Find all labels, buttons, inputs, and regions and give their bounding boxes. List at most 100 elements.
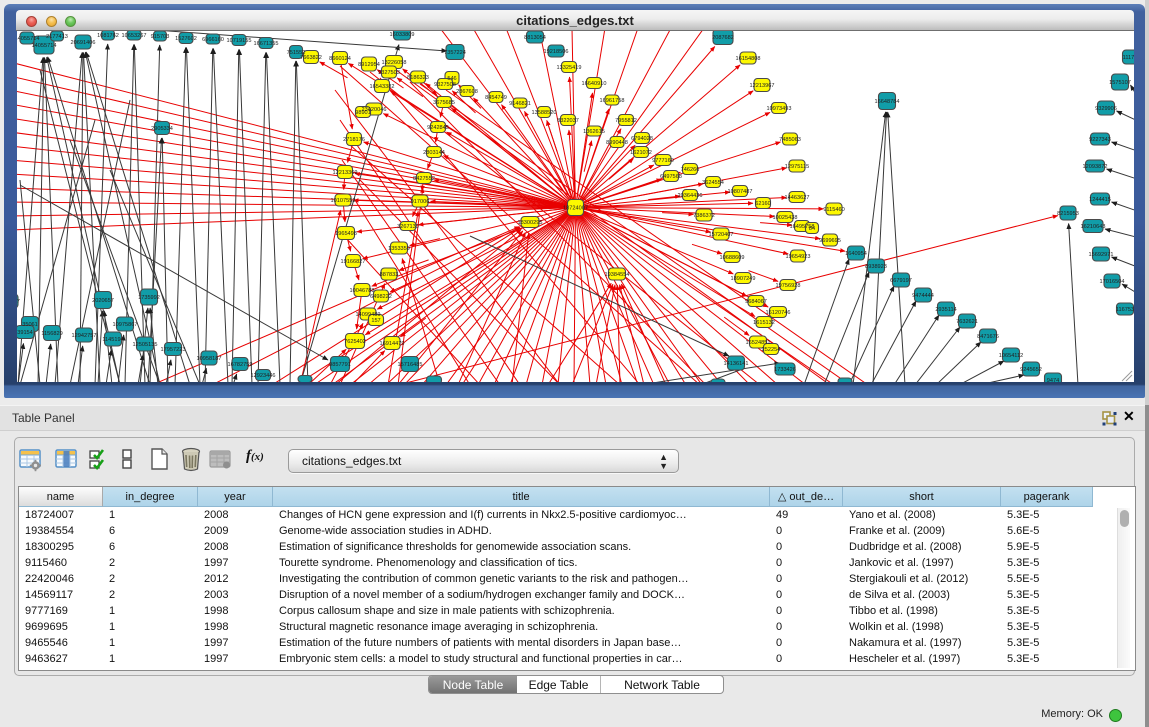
svg-text:35061: 35061: [22, 322, 38, 328]
svg-text:14136141: 14136141: [724, 361, 749, 367]
svg-text:16033809: 16033809: [390, 32, 415, 38]
svg-text:18300295: 18300295: [518, 220, 543, 226]
svg-text:1640954: 1640954: [845, 251, 867, 257]
svg-text:7485063: 7485063: [779, 137, 801, 143]
svg-text:2935114: 2935114: [935, 307, 956, 313]
svg-text:8215953: 8215953: [1057, 211, 1079, 217]
svg-text:2606337: 2606337: [17, 299, 20, 305]
svg-text:3675685: 3675685: [433, 100, 455, 106]
svg-text:3624554: 3624554: [702, 180, 724, 186]
svg-text:12505135: 12505135: [133, 342, 158, 348]
svg-text:3267130: 3267130: [397, 224, 419, 230]
svg-text:8186323: 8186323: [407, 75, 429, 81]
svg-text:8427552: 8427552: [413, 176, 435, 182]
svg-text:10107553: 10107553: [331, 198, 356, 204]
svg-text:2803144: 2803144: [423, 150, 445, 156]
svg-text:15716485: 15716485: [398, 362, 423, 368]
svg-text:14463627: 14463627: [785, 195, 810, 201]
svg-text:7663822: 7663822: [300, 55, 322, 61]
svg-text:6498222: 6498222: [370, 294, 392, 300]
svg-text:12213967: 12213967: [750, 83, 775, 89]
svg-text:16524851: 16524851: [746, 340, 771, 346]
svg-text:13588520: 13588520: [532, 110, 557, 116]
svg-text:16154808: 16154808: [736, 56, 761, 62]
svg-text:16671355: 16671355: [254, 41, 279, 47]
svg-text:16543382: 16543382: [370, 84, 395, 90]
svg-text:16640910: 16640910: [582, 81, 607, 87]
svg-text:2867608: 2867608: [456, 89, 478, 95]
svg-text:16648784: 16648784: [875, 99, 900, 105]
svg-text:16961758: 16961758: [600, 98, 625, 104]
svg-text:16782759: 16782759: [228, 362, 253, 368]
svg-text:9245652: 9245652: [1020, 367, 1042, 373]
svg-text:157: 157: [371, 318, 380, 324]
svg-text:10719155: 10719155: [227, 38, 252, 44]
svg-text:887833: 887833: [380, 272, 399, 278]
svg-text:16914479: 16914479: [380, 341, 405, 347]
svg-text:10975867: 10975867: [113, 322, 138, 328]
svg-text:62160: 62160: [755, 201, 771, 207]
svg-text:9227343: 9227343: [1089, 137, 1111, 143]
svg-text:9329906: 9329906: [1095, 106, 1117, 112]
svg-text:14055714: 14055714: [32, 43, 57, 49]
svg-text:8471676: 8471676: [977, 334, 999, 340]
svg-text:19654923: 19654923: [786, 254, 811, 260]
svg-text:19218506: 19218506: [544, 49, 569, 55]
svg-text:16210643: 16210643: [1081, 224, 1106, 230]
svg-text:11172: 11172: [1123, 55, 1134, 61]
svg-text:1733426: 1733426: [774, 367, 796, 373]
svg-text:1575107: 1575107: [1109, 80, 1131, 86]
svg-text:9327503: 9327503: [378, 70, 400, 76]
svg-text:8454749: 8454749: [485, 95, 507, 101]
svg-text:10807487: 10807487: [728, 189, 753, 195]
svg-text:2087682: 2087682: [712, 35, 734, 41]
svg-text:1353359: 1353359: [388, 246, 410, 252]
svg-text:10653267: 10653267: [122, 33, 147, 39]
svg-text:7632621: 7632621: [956, 319, 978, 325]
svg-text:915703: 915703: [151, 34, 170, 40]
svg-text:20364436: 20364436: [678, 193, 703, 199]
svg-text:6794028: 6794028: [631, 136, 653, 142]
svg-text:10958187: 10958187: [197, 356, 222, 362]
svg-text:15692971: 15692971: [1089, 252, 1114, 258]
svg-text:2905334: 2905334: [151, 126, 173, 132]
svg-text:6497568: 6497568: [660, 174, 682, 180]
svg-text:17016504: 17016504: [1100, 279, 1125, 285]
svg-text:2177413: 2177413: [46, 34, 68, 40]
svg-text:10973493: 10973493: [767, 106, 792, 112]
svg-text:9857791: 9857791: [329, 362, 351, 368]
svg-text:19384554: 19384554: [605, 272, 630, 278]
svg-text:8990448: 8990448: [606, 140, 628, 146]
svg-text:84: 84: [809, 226, 815, 232]
svg-text:10025438: 10025438: [773, 215, 798, 221]
svg-text:12213369: 12213369: [333, 170, 358, 176]
svg-text:14055714: 14055714: [17, 36, 39, 42]
svg-text:9474: 9474: [1047, 378, 1059, 382]
svg-text:10654112: 10654112: [999, 353, 1023, 359]
svg-text:252254: 252254: [762, 347, 781, 353]
svg-text:9777169: 9777169: [652, 158, 674, 164]
svg-text:7625402: 7625402: [344, 339, 366, 345]
svg-text:39154: 39154: [17, 330, 33, 336]
svg-text:1362615: 1362615: [583, 129, 605, 135]
svg-text:9474444: 9474444: [912, 293, 934, 299]
svg-text:9146821: 9146821: [509, 101, 531, 107]
svg-text:8322037: 8322037: [557, 118, 579, 124]
svg-text:7357224: 7357224: [444, 50, 466, 56]
svg-text:9115460: 9115460: [823, 207, 844, 213]
svg-text:19756928: 19756928: [776, 283, 801, 289]
svg-text:6966160: 6966160: [202, 37, 224, 43]
svg-text:8938923: 8938923: [865, 264, 887, 270]
svg-text:2020657: 2020657: [92, 298, 114, 304]
svg-text:1621072: 1621072: [630, 150, 652, 156]
svg-text:20691406: 20691406: [71, 40, 96, 46]
svg-text:98901: 98901: [355, 110, 371, 116]
svg-text:8660124: 8660124: [329, 56, 351, 62]
svg-text:1081762: 1081762: [97, 33, 119, 39]
svg-text:9684067: 9684067: [745, 299, 767, 305]
svg-text:12923446: 12923446: [251, 373, 276, 379]
svg-text:2718176: 2718176: [343, 137, 365, 143]
svg-text:10688609: 10688609: [720, 255, 745, 261]
svg-text:6679197: 6679197: [890, 278, 912, 284]
svg-text:12942757: 12942757: [72, 333, 97, 339]
